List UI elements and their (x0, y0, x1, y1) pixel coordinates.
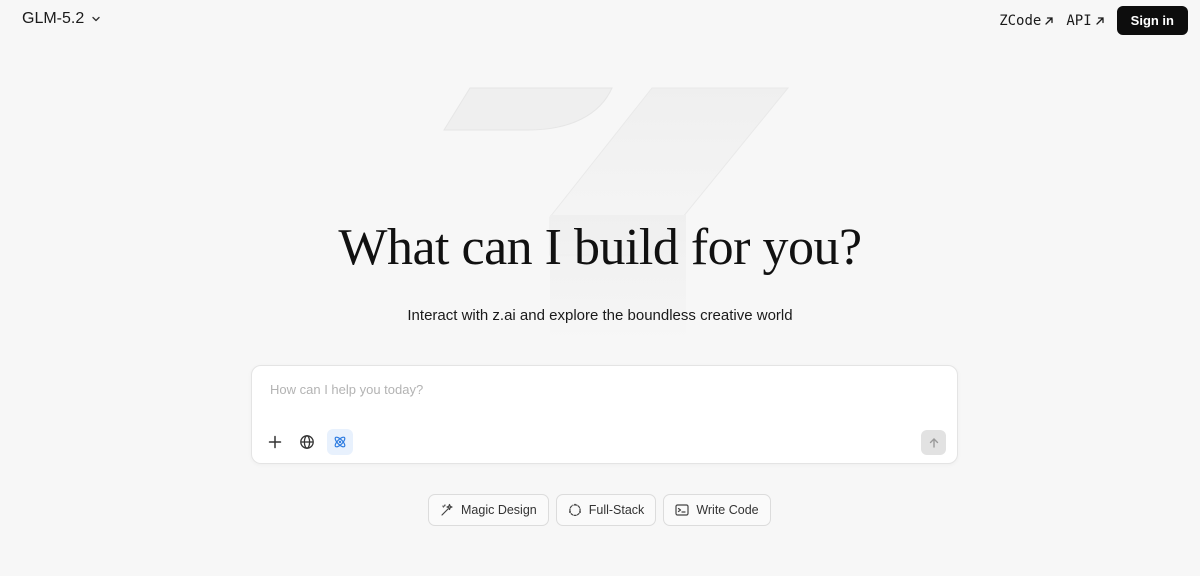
add-attachment-button[interactable] (262, 429, 288, 455)
chat-input[interactable] (270, 378, 930, 400)
magic-design-button[interactable]: Magic Design (428, 494, 549, 526)
hero-subtitle: Interact with z.ai and explore the bound… (407, 307, 793, 324)
cycle-icon (568, 503, 581, 516)
chat-box (251, 365, 958, 464)
external-arrow-icon (1045, 16, 1054, 25)
write-code-label: Write Code (696, 503, 759, 517)
chevron-down-icon (92, 16, 100, 22)
web-search-button[interactable] (294, 429, 320, 455)
sign-in-button[interactable]: Sign in (1116, 6, 1188, 35)
plus-icon (268, 435, 282, 449)
api-link-label: API (1066, 12, 1092, 29)
full-stack-label: Full-Stack (588, 503, 645, 517)
model-name: GLM-5.2 (22, 10, 85, 27)
arrow-up-icon (929, 437, 938, 448)
background-logo-icon (443, 87, 790, 345)
quick-actions: Magic Design Full-Stack Write Code (428, 494, 771, 526)
model-selector[interactable]: GLM-5.2 (22, 10, 102, 28)
page: GLM-5.2 ZCode API Sign in What can I bui… (0, 0, 1200, 576)
terminal-icon (675, 504, 689, 516)
zcode-link[interactable]: ZCode (999, 13, 1054, 29)
send-button[interactable] (921, 430, 946, 455)
magic-wand-icon (441, 503, 453, 516)
magic-design-label: Magic Design (461, 503, 537, 517)
header-nav: ZCode API Sign in (999, 6, 1188, 35)
hero-title: What can I build for you? (338, 219, 862, 276)
full-stack-button[interactable]: Full-Stack (555, 494, 657, 526)
external-arrow-icon (1096, 16, 1104, 25)
write-code-button[interactable]: Write Code (663, 494, 771, 526)
api-link[interactable]: API (1066, 13, 1104, 29)
zcode-link-label: ZCode (999, 12, 1042, 29)
globe-icon (300, 435, 314, 449)
agent-mode-button[interactable] (327, 429, 353, 455)
atom-icon (334, 436, 346, 448)
